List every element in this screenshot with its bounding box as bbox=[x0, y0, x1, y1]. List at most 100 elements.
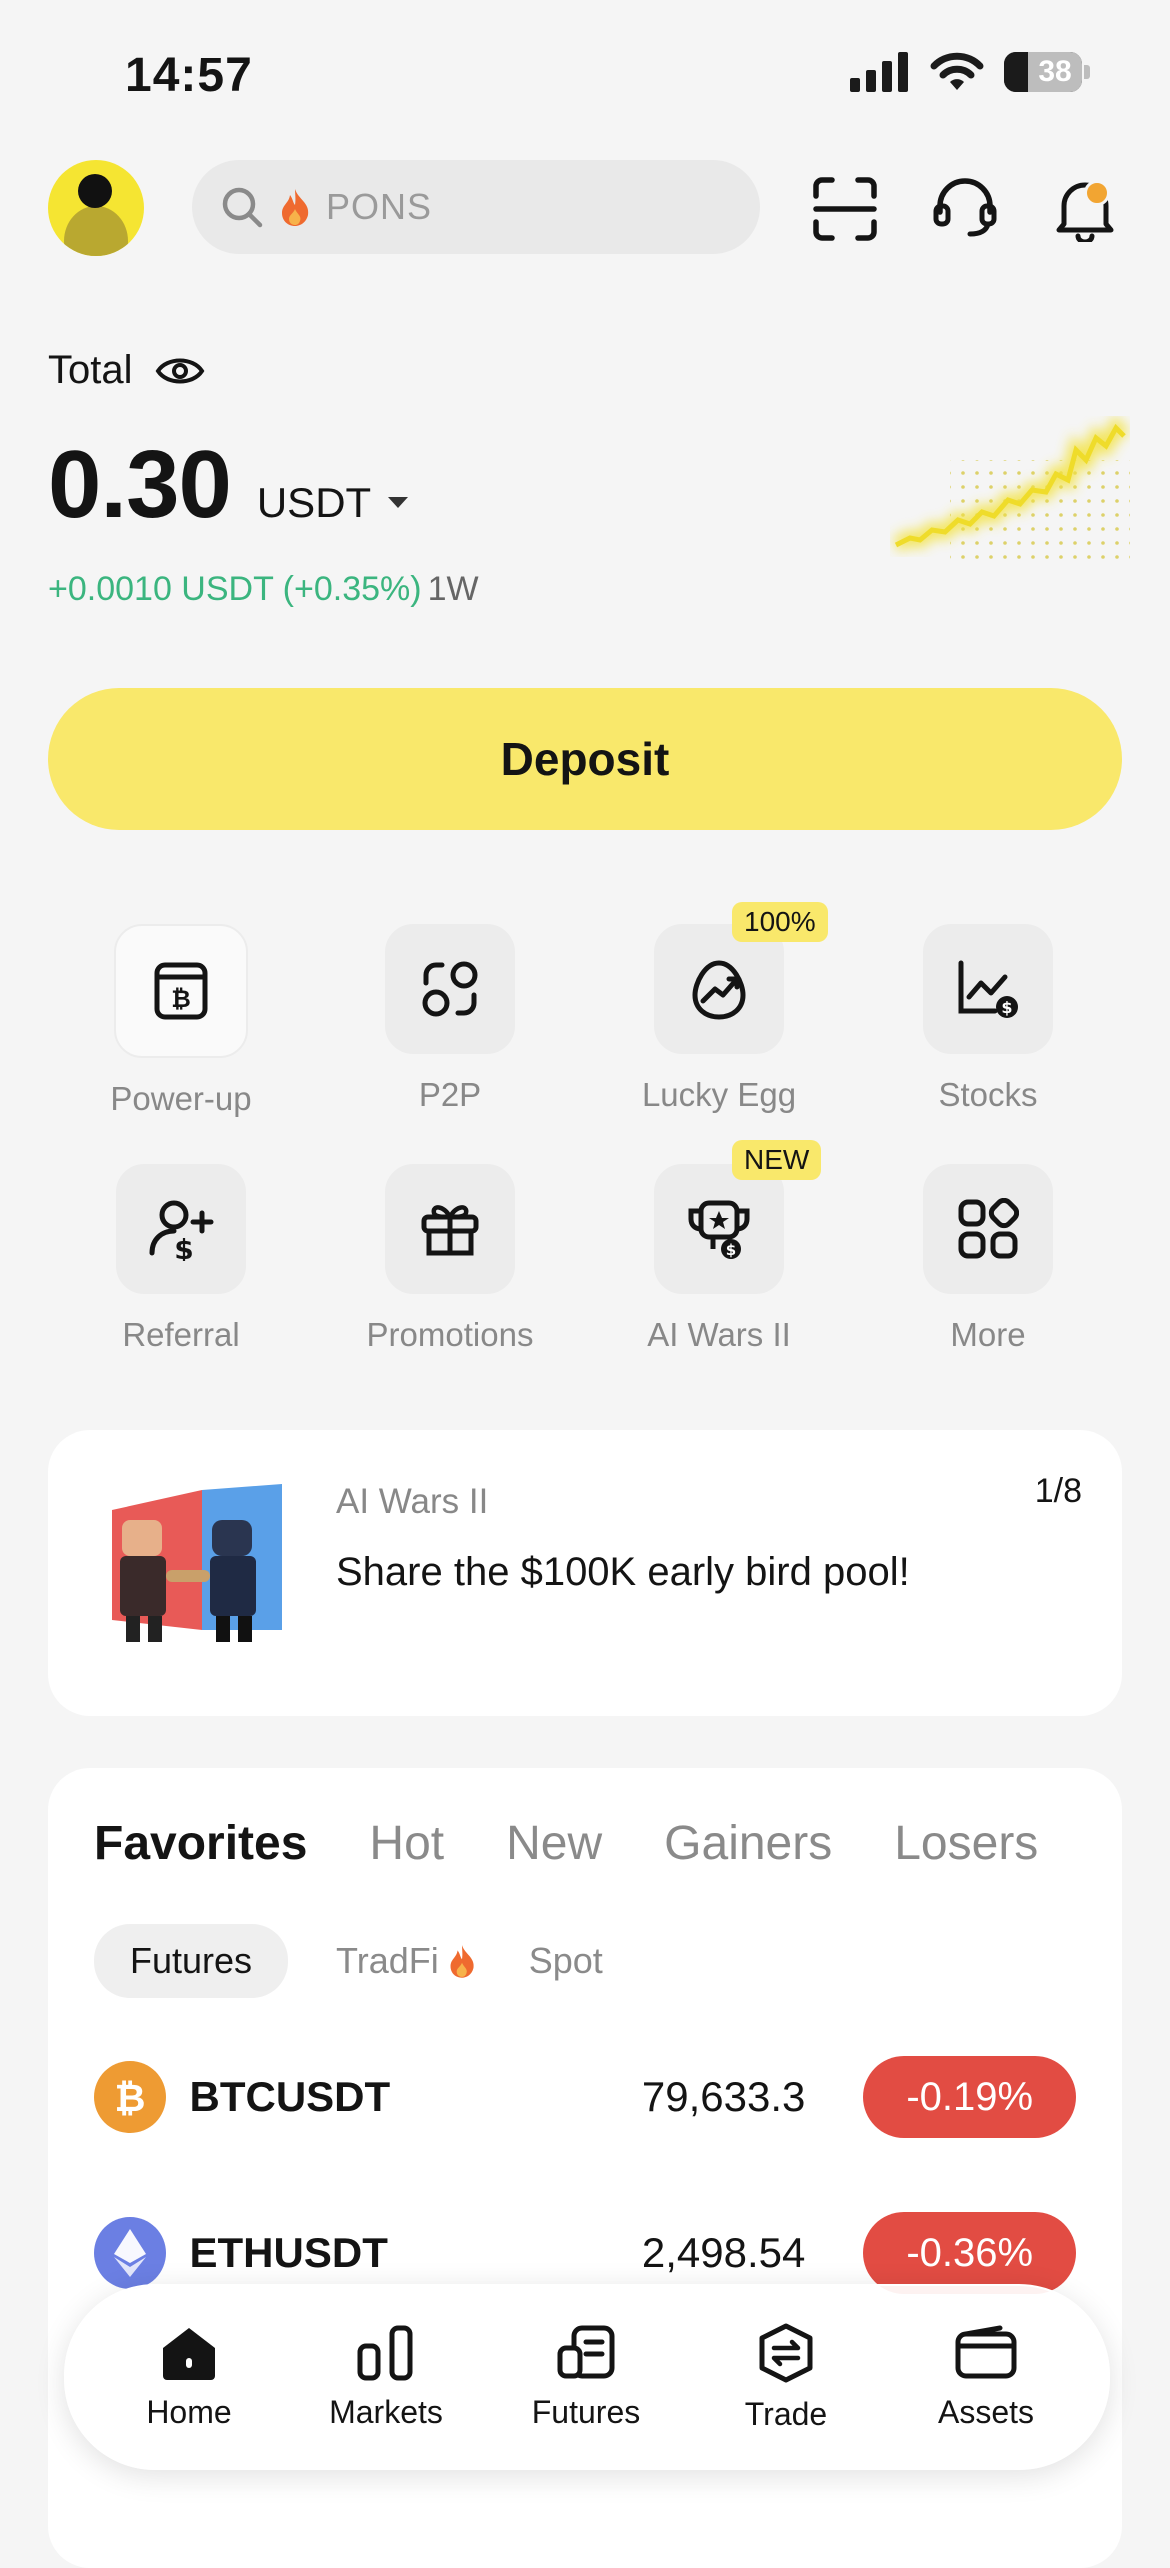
more-grid-icon bbox=[958, 1198, 1019, 1259]
shortcut-label: Stocks bbox=[938, 1076, 1038, 1113]
svg-text:₿: ₿ bbox=[114, 2076, 145, 2119]
pnl-change: +0.0010 USDT (+0.35%) bbox=[48, 570, 422, 608]
headset-icon bbox=[933, 178, 997, 237]
svg-text:$: $ bbox=[174, 1233, 193, 1261]
balance-sparkline bbox=[892, 414, 1130, 560]
support-button[interactable] bbox=[930, 174, 1000, 244]
svg-text:$: $ bbox=[1001, 998, 1012, 1017]
cellular-signal-icon bbox=[850, 52, 908, 92]
nav-trade[interactable]: Trade bbox=[686, 2286, 886, 2468]
stocks-icon: $ bbox=[958, 960, 1018, 1018]
subtab-spot[interactable]: Spot bbox=[503, 1924, 629, 1998]
ethereum-icon bbox=[94, 2217, 166, 2289]
nav-home[interactable]: Home bbox=[78, 2286, 300, 2468]
shortcut-badge: NEW bbox=[732, 1140, 822, 1180]
nav-label: Assets bbox=[937, 2393, 1035, 2430]
shortcut-referral[interactable]: $ Referral bbox=[46, 1164, 316, 1354]
nav-assets[interactable]: Assets bbox=[886, 2286, 1086, 2468]
pnl-period: 1W bbox=[427, 570, 479, 608]
currency-selector[interactable]: USDT bbox=[257, 479, 409, 527]
avatar[interactable] bbox=[48, 160, 144, 256]
gift-icon bbox=[421, 1205, 479, 1256]
markets-icon bbox=[357, 2325, 413, 2380]
shortcut-badge: 100% bbox=[732, 902, 828, 942]
row-price: 2,498.54 bbox=[641, 2229, 806, 2276]
power-up-icon: ₿ bbox=[154, 962, 208, 1020]
row-change: -0.19% bbox=[863, 2056, 1076, 2138]
search-bar[interactable]: PONS bbox=[192, 160, 760, 254]
shortcut-label: Referral bbox=[122, 1316, 240, 1353]
shortcut-p2p[interactable]: P2P bbox=[315, 924, 585, 1114]
lucky-egg-icon bbox=[692, 960, 746, 1020]
market-row-btc[interactable]: ₿ BTCUSDT 79,633.3 -0.19% bbox=[94, 2052, 1076, 2142]
banner-subtitle: AI Wars II bbox=[336, 1482, 489, 1521]
status-icons: 38 bbox=[850, 52, 1090, 92]
futures-icon bbox=[557, 2325, 615, 2378]
balance-row: 0.30 USDT bbox=[48, 430, 409, 540]
shortcut-label: More bbox=[950, 1316, 1026, 1353]
nav-label: Futures bbox=[531, 2393, 641, 2430]
ai-wars-banner-image bbox=[112, 1484, 282, 1642]
row-symbol: BTCUSDT bbox=[189, 2073, 391, 2120]
subtab-tradfi-label: TradFi bbox=[336, 1940, 439, 1981]
nav-label: Markets bbox=[329, 2393, 443, 2430]
shortcut-lucky-egg[interactable]: Lucky Egg 100% bbox=[584, 902, 854, 1114]
eye-icon[interactable] bbox=[155, 354, 205, 388]
wallet-icon bbox=[955, 2325, 1017, 2378]
shortcut-label: Power-up bbox=[110, 1080, 252, 1117]
nav-label: Home bbox=[146, 2393, 232, 2430]
shortcut-ai-wars[interactable]: $ AI Wars II NEW bbox=[584, 1140, 854, 1354]
tab-losers[interactable]: Losers bbox=[894, 1816, 1038, 1871]
row-change: -0.36% bbox=[863, 2212, 1076, 2294]
tab-gainers[interactable]: Gainers bbox=[664, 1816, 832, 1871]
svg-text:$: $ bbox=[726, 1241, 736, 1259]
market-subtabs: Futures TradFi Spot bbox=[94, 1924, 629, 1998]
currency-label: USDT bbox=[256, 479, 372, 526]
caret-down-icon bbox=[388, 497, 409, 508]
tab-favorites[interactable]: Favorites bbox=[94, 1816, 307, 1871]
svg-text:₿: ₿ bbox=[171, 985, 191, 1013]
shortcut-label: Lucky Egg bbox=[641, 1076, 797, 1113]
home-icon bbox=[163, 2327, 215, 2380]
trophy-icon: $ bbox=[688, 1200, 750, 1259]
nav-futures[interactable]: Futures bbox=[486, 2286, 686, 2468]
banner-pager: 1/8 bbox=[1034, 1472, 1082, 1510]
tab-new[interactable]: New bbox=[506, 1816, 602, 1871]
shortcut-label: P2P bbox=[418, 1076, 482, 1113]
notification-dot bbox=[1084, 180, 1110, 206]
battery-indicator: 38 bbox=[1004, 52, 1082, 92]
banner-title: Share the $100K early bird pool! bbox=[336, 1550, 910, 1594]
balance-amount: 0.30 bbox=[48, 431, 232, 538]
nav-label: Trade bbox=[744, 2395, 828, 2432]
scan-button[interactable] bbox=[810, 174, 880, 244]
shortcut-power-up[interactable]: ₿ Power-up bbox=[46, 924, 316, 1118]
shortcut-promotions[interactable]: Promotions bbox=[315, 1164, 585, 1354]
status-time: 14:57 bbox=[125, 49, 253, 102]
notifications-button[interactable] bbox=[1050, 174, 1120, 244]
shortcut-label: AI Wars II bbox=[647, 1316, 791, 1353]
row-price: 79,633.3 bbox=[641, 2073, 806, 2120]
scan-icon bbox=[813, 177, 877, 241]
shortcut-stocks[interactable]: $ Stocks bbox=[853, 924, 1123, 1114]
subtab-futures[interactable]: Futures bbox=[94, 1924, 289, 1998]
row-symbol: ETHUSDT bbox=[189, 2229, 388, 2276]
subtab-tradfi[interactable]: TradFi bbox=[310, 1924, 503, 1998]
referral-icon: $ bbox=[149, 1200, 214, 1261]
tab-hot[interactable]: Hot bbox=[369, 1816, 444, 1871]
wifi-icon bbox=[930, 52, 984, 90]
promo-banner[interactable]: AI Wars II Share the $100K early bird po… bbox=[48, 1430, 1122, 1716]
fire-icon bbox=[450, 1945, 474, 1978]
search-icon bbox=[222, 187, 263, 228]
deposit-button[interactable]: Deposit bbox=[48, 688, 1122, 830]
trade-icon bbox=[759, 2323, 813, 2382]
bitcoin-icon: ₿ bbox=[94, 2061, 166, 2133]
pnl-row: +0.0010 USDT (+0.35%) 1W bbox=[48, 570, 479, 609]
nav-markets[interactable]: Markets bbox=[286, 2286, 486, 2468]
shortcut-label: Promotions bbox=[366, 1316, 534, 1353]
p2p-icon bbox=[422, 961, 478, 1017]
battery-level: 38 bbox=[1028, 52, 1082, 92]
fire-icon bbox=[282, 189, 309, 226]
market-tabs: Favorites Hot New Gainers Losers bbox=[94, 1816, 1038, 1871]
shortcut-more[interactable]: More bbox=[853, 1164, 1123, 1354]
total-label-row: Total bbox=[48, 348, 205, 393]
